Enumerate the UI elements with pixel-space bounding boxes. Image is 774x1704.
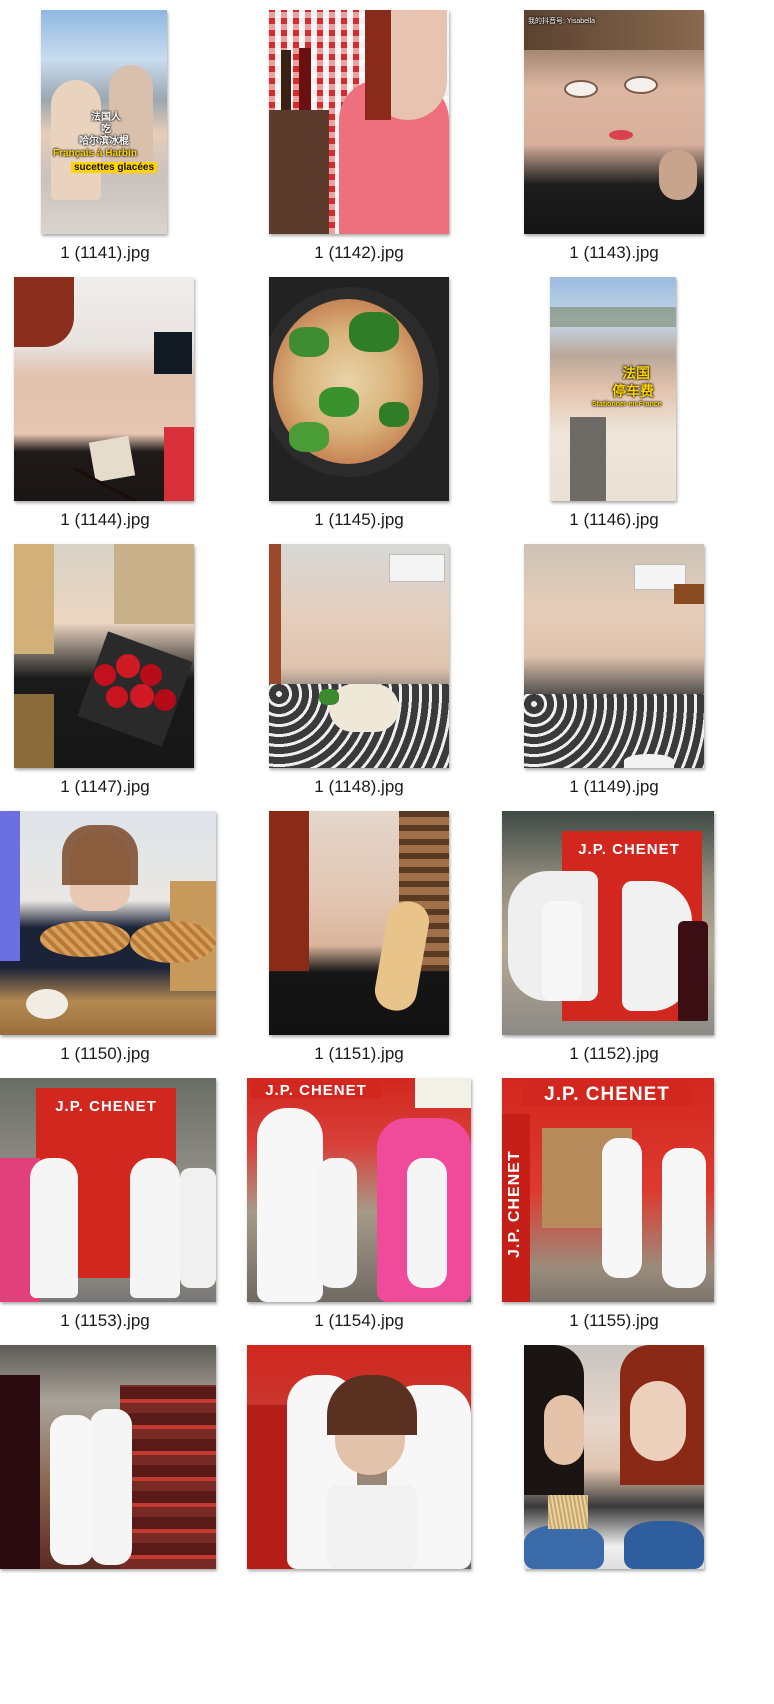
file-item[interactable]: J.P. CHENET J.P. CHENET 1 (1155).jpg: [490, 1068, 720, 1338]
overlay-text: 我的抖音号: Yisabella: [528, 18, 596, 25]
file-item[interactable]: 1 (1147).jpg: [0, 534, 230, 804]
file-grid: 法国人 吃 哈尔滨冰棍 Français à Harbin sucettes g…: [0, 0, 774, 1704]
file-name[interactable]: 1 (1151).jpg: [244, 1044, 474, 1064]
image-thumbnail[interactable]: J.P. CHENET: [247, 1078, 471, 1302]
file-name[interactable]: 1 (1147).jpg: [0, 777, 220, 797]
image-thumbnail[interactable]: [14, 277, 194, 501]
file-name[interactable]: 1 (1141).jpg: [0, 243, 220, 263]
overlay-text: 哈尔滨冰棍: [79, 136, 129, 147]
image-thumbnail[interactable]: [269, 811, 449, 1035]
store-sign: J.P. CHENET: [566, 841, 692, 858]
file-item[interactable]: 1 (1150).jpg: [0, 801, 230, 1071]
file-item[interactable]: 1 (1148).jpg: [255, 534, 485, 804]
image-thumbnail[interactable]: 法国人 吃 哈尔滨冰棍 Français à Harbin sucettes g…: [41, 10, 167, 234]
store-sign: J.P. CHENET: [506, 1150, 523, 1258]
image-thumbnail[interactable]: 我的抖音号: Yisabella: [524, 10, 704, 234]
file-item[interactable]: 法国 停车费 Stationner en France 1 (1146).jpg: [510, 267, 740, 537]
file-name[interactable]: 1 (1142).jpg: [244, 243, 474, 263]
image-thumbnail[interactable]: [269, 10, 449, 234]
file-name[interactable]: 1 (1144).jpg: [0, 510, 220, 530]
store-sign: J.P. CHENET: [40, 1098, 172, 1115]
file-item[interactable]: 1 (1151).jpg: [255, 801, 485, 1071]
file-name[interactable]: 1 (1155).jpg: [499, 1311, 729, 1331]
store-sign: J.P. CHENET: [251, 1082, 381, 1099]
file-name[interactable]: 1 (1145).jpg: [244, 510, 474, 530]
file-item[interactable]: J.P. CHENET 1 (1153).jpg: [0, 1068, 230, 1338]
file-name[interactable]: 1 (1149).jpg: [499, 777, 729, 797]
overlay-text: 法国: [622, 365, 650, 381]
file-item[interactable]: 1 (1144).jpg: [0, 267, 230, 537]
image-thumbnail[interactable]: [269, 544, 449, 768]
overlay-text: Français à Harbin: [53, 148, 137, 159]
overlay-text: Stationner en France: [592, 401, 662, 408]
image-thumbnail[interactable]: J.P. CHENET: [502, 811, 714, 1035]
overlay-text: 停车费: [612, 383, 654, 399]
image-thumbnail[interactable]: 法国 停车费 Stationner en France: [550, 277, 676, 501]
file-name[interactable]: 1 (1154).jpg: [244, 1311, 474, 1331]
image-thumbnail[interactable]: J.P. CHENET: [0, 1078, 216, 1302]
overlay-text: sucettes glacées: [71, 162, 158, 173]
image-thumbnail[interactable]: J.P. CHENET J.P. CHENET: [502, 1078, 714, 1302]
file-name[interactable]: 1 (1143).jpg: [499, 243, 729, 263]
file-name[interactable]: 1 (1146).jpg: [499, 510, 729, 530]
image-thumbnail[interactable]: [14, 544, 194, 768]
file-item[interactable]: 1 (1149).jpg: [510, 534, 740, 804]
file-item[interactable]: 我的抖音号: Yisabella 1 (1143).jpg: [510, 0, 740, 270]
file-name[interactable]: 1 (1150).jpg: [0, 1044, 220, 1064]
image-thumbnail[interactable]: [0, 811, 216, 1035]
file-name[interactable]: 1 (1152).jpg: [499, 1044, 729, 1064]
file-item[interactable]: [245, 1335, 475, 1704]
image-thumbnail[interactable]: [269, 277, 449, 501]
file-item[interactable]: [510, 1335, 740, 1704]
store-sign: J.P. CHENET: [522, 1084, 692, 1106]
image-thumbnail[interactable]: [524, 1345, 704, 1569]
image-thumbnail[interactable]: [0, 1345, 216, 1569]
file-item[interactable]: J.P. CHENET 1 (1152).jpg: [490, 801, 720, 1071]
file-name[interactable]: 1 (1148).jpg: [244, 777, 474, 797]
file-item[interactable]: 1 (1142).jpg: [255, 0, 485, 270]
image-thumbnail[interactable]: [247, 1345, 471, 1569]
file-item[interactable]: J.P. CHENET 1 (1154).jpg: [245, 1068, 475, 1338]
file-name[interactable]: 1 (1153).jpg: [0, 1311, 220, 1331]
file-item[interactable]: 法国人 吃 哈尔滨冰棍 Français à Harbin sucettes g…: [0, 0, 230, 270]
file-item[interactable]: 1 (1145).jpg: [255, 267, 485, 537]
image-thumbnail[interactable]: [524, 544, 704, 768]
file-item[interactable]: [0, 1335, 230, 1704]
